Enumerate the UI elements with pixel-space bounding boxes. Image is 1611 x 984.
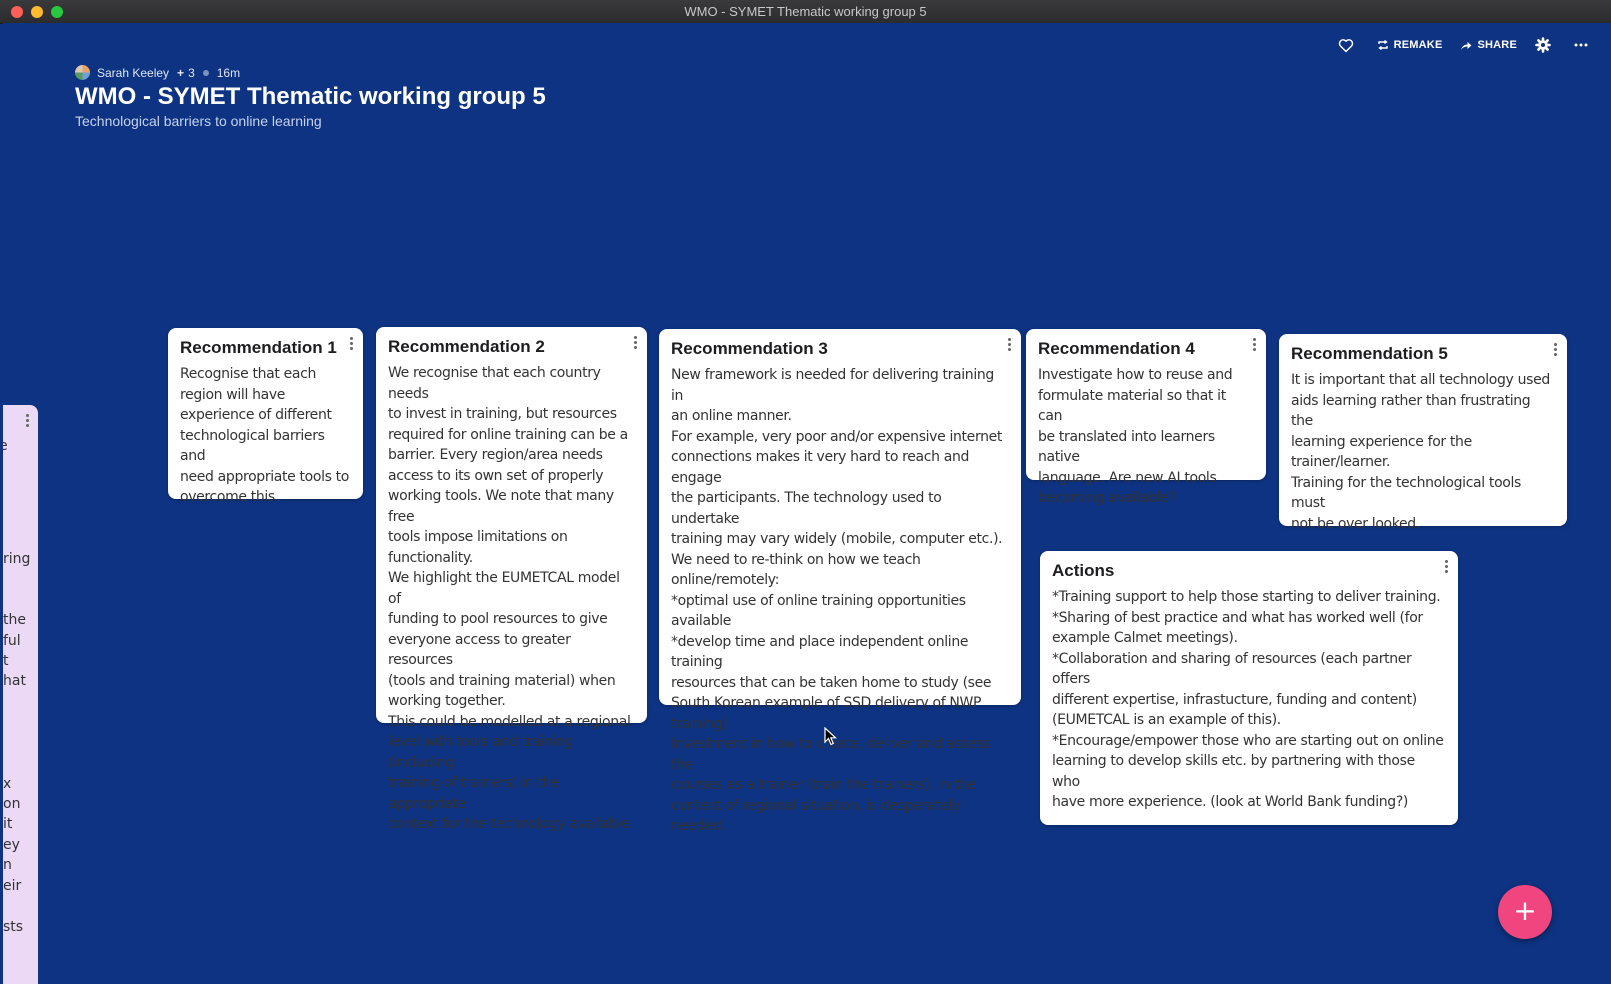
board-meta: Sarah Keeley + 3 16m [75,65,240,80]
partial-text: n [3,857,12,873]
post-card-recommendation-1[interactable]: Recommendation 1 Recognise that each reg… [168,328,363,505]
gear-icon [1535,37,1551,53]
post-card-actions[interactable]: Actions *Training support to help those … [1040,551,1458,825]
board-toolbar: REMAKE SHARE [1338,33,1611,57]
post-title: Recommendation 1 [180,338,337,357]
post-title: Recommendation 3 [671,339,828,358]
partial-text: it [3,816,13,832]
more-horizontal-icon [1574,43,1588,47]
like-button[interactable] [1338,38,1359,53]
settings-button[interactable] [1535,37,1556,53]
post-body: Recognise that each region will have exp… [180,366,350,505]
partial-text: hat [3,673,26,689]
post-menu-icon[interactable] [634,336,638,350]
remake-button[interactable]: REMAKE [1377,39,1443,51]
author-name[interactable]: Sarah Keeley [97,66,169,80]
page-subtitle: Technological barriers to online learnin… [75,113,322,129]
partial-text: x [3,776,12,792]
partial-text: sts [3,919,24,935]
post-menu-icon[interactable] [1445,560,1449,574]
post-card-recommendation-5[interactable]: Recommendation 5 It is important that al… [1279,334,1567,532]
post-body: New framework is needed for delivering t… [671,367,1003,834]
post-title: Recommendation 2 [388,337,545,356]
post-menu-icon[interactable] [1008,338,1012,352]
avatar[interactable] [75,65,90,80]
side-column-partial[interactable]: e ring the ful t hat x on it ey n eir st… [3,405,38,984]
post-title: Actions [1052,561,1115,580]
partial-text: ful [3,633,21,649]
contributor-count[interactable]: 3 [188,66,195,80]
post-menu-icon[interactable] [1253,338,1257,352]
more-options-button[interactable] [1574,43,1593,47]
separator-dot [202,69,209,76]
post-menu-icon[interactable] [350,337,354,351]
heart-icon [1338,38,1353,52]
post-body: We recognise that each country needs to … [388,365,634,832]
post-body: It is important that all technology used… [1291,372,1550,532]
partial-text: the [3,612,26,628]
partial-text: t [3,653,9,669]
share-button[interactable]: SHARE [1460,39,1517,51]
time-ago: 16m [216,65,241,80]
board-canvas[interactable]: REMAKE SHARE Sarah Keeley + 3 16m WMO - … [3,23,1611,984]
post-card-recommendation-3[interactable]: Recommendation 3 New framework is needed… [659,329,1021,834]
window-title: WMO - SYMET Thematic working group 5 [684,4,927,19]
partial-text: ey [3,837,20,853]
add-post-button[interactable]: + [1498,885,1552,939]
post-menu-icon[interactable] [1554,343,1558,357]
remake-label: REMAKE [1393,39,1443,51]
partial-text: eir [3,878,22,894]
page-title: WMO - SYMET Thematic working group 5 [75,83,546,110]
plus-icon: + [1513,894,1537,927]
post-menu-icon[interactable] [26,414,30,428]
window-titlebar: WMO - SYMET Thematic working group 5 [0,0,1611,24]
partial-text: on [3,796,21,812]
post-body: Investigate how to reuse and formulate m… [1038,367,1233,506]
mouse-cursor-icon [824,727,838,746]
post-title: Recommendation 4 [1038,339,1195,358]
plus-icon: + [177,65,185,80]
partial-text: ring [3,551,31,567]
post-title: Recommendation 5 [1291,344,1448,363]
post-body: *Training support to help those starting… [1052,589,1444,810]
partial-text: e [3,438,8,454]
share-icon [1461,41,1472,50]
post-card-recommendation-2[interactable]: Recommendation 2 We recognise that each … [376,327,647,832]
remake-icon [1377,39,1388,51]
share-label: SHARE [1477,39,1517,51]
post-card-recommendation-4[interactable]: Recommendation 4 Investigate how to reus… [1026,329,1266,506]
